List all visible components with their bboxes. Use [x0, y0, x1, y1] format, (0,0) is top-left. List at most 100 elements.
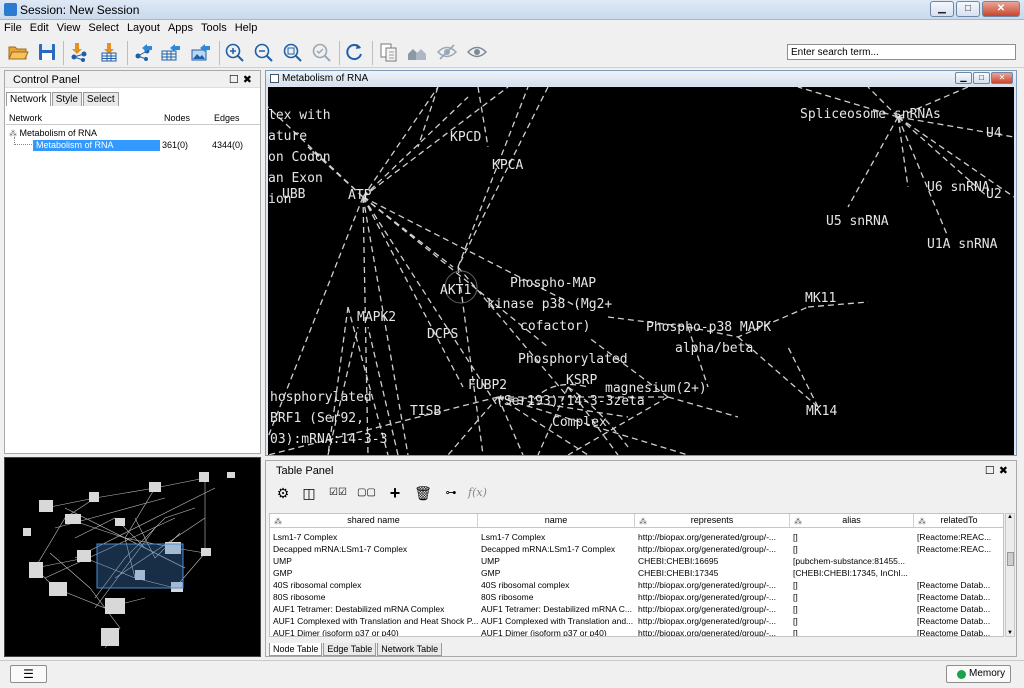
- tab-style[interactable]: Style: [51, 92, 82, 106]
- node-label[interactable]: ature: [268, 130, 307, 144]
- node-label[interactable]: an Exon: [268, 172, 323, 186]
- save-session-icon[interactable]: [36, 42, 58, 62]
- close-table-panel-icon[interactable]: ✖: [999, 465, 1012, 477]
- node-label[interactable]: Phosphorylated: [518, 353, 628, 367]
- node-label[interactable]: KSRP: [566, 374, 597, 388]
- export-image-icon[interactable]: [190, 42, 212, 62]
- network-canvas[interactable]: lex with ature on Codon an Exon ion UBB …: [268, 87, 1014, 455]
- node-label[interactable]: Complex: [552, 416, 607, 430]
- table-cell[interactable]: Lsm1-7 Complex: [478, 531, 635, 543]
- table-cell[interactable]: Decapped mRNA:LSm1-7 Complex: [478, 543, 635, 555]
- zoom-in-icon[interactable]: [224, 42, 246, 62]
- memory-button[interactable]: Memory: [946, 665, 1011, 683]
- col-network[interactable]: Network: [9, 113, 42, 123]
- table-cell[interactable]: AUF1 Dimer (isoform p37 or p40): [270, 627, 478, 636]
- table-cell[interactable]: http://biopax.org/generated/group/-...: [635, 603, 790, 615]
- menu-edit[interactable]: Edit: [26, 20, 53, 37]
- menu-help[interactable]: Help: [231, 20, 262, 37]
- node-label[interactable]: Phospho-MAP: [510, 277, 596, 291]
- node-label[interactable]: kinase p38 (Mg2+: [487, 298, 612, 312]
- node-label[interactable]: U2: [986, 188, 1002, 202]
- table-row[interactable]: AUF1 Tetramer: Destabilized mRNA Complex…: [270, 603, 1003, 615]
- table-row[interactable]: AUF1 Complexed with Translation and Heat…: [270, 615, 1003, 627]
- col-relatedto[interactable]: ⁂ relatedTo: [914, 514, 1003, 528]
- column-visibility-icon[interactable]: ◫: [300, 485, 318, 501]
- zoom-selected-icon[interactable]: [311, 42, 333, 62]
- overview-viewport[interactable]: [96, 543, 184, 589]
- table-row[interactable]: AUF1 Dimer (isoform p37 or p40) AUF1 Dime…: [270, 627, 1003, 636]
- new-network-from-selection-icon[interactable]: [378, 42, 400, 62]
- node-label[interactable]: ATP: [348, 189, 371, 203]
- show-all-icon[interactable]: [406, 42, 428, 62]
- export-network-icon[interactable]: [132, 42, 154, 62]
- menu-tools[interactable]: Tools: [197, 20, 231, 37]
- table-cell[interactable]: []: [790, 543, 914, 555]
- table-cell[interactable]: []: [790, 579, 914, 591]
- table-cell[interactable]: Decapped mRNA:LSm1-7 Complex: [270, 543, 478, 555]
- col-name[interactable]: name: [478, 514, 635, 528]
- table-cell[interactable]: [Reactome:REAC...: [914, 543, 1003, 555]
- import-table-icon[interactable]: [98, 42, 120, 62]
- scrollbar-thumb[interactable]: [1007, 552, 1014, 566]
- table-row[interactable]: 40S ribosomal complex 40S ribosomal compl…: [270, 579, 1003, 591]
- table-cell[interactable]: 80S ribosome: [270, 591, 478, 603]
- node-label[interactable]: 03):mRNA:14-3-3: [270, 433, 387, 447]
- import-network-icon[interactable]: [68, 42, 90, 62]
- table-cell[interactable]: [Reactome Datab...: [914, 615, 1003, 627]
- tab-select[interactable]: Select: [82, 92, 119, 106]
- node-label[interactable]: FUBP2: [468, 379, 507, 393]
- table-cell[interactable]: GMP: [270, 567, 478, 579]
- col-alias[interactable]: ⁂ alias: [790, 514, 914, 528]
- refresh-layout-icon[interactable]: [344, 42, 366, 62]
- table-scrollbar[interactable]: ▲ ▼: [1005, 513, 1015, 637]
- menu-view[interactable]: View: [53, 20, 85, 37]
- menu-apps[interactable]: Apps: [164, 20, 197, 37]
- table-cell[interactable]: http://biopax.org/generated/group/-...: [635, 615, 790, 627]
- table-cell[interactable]: UMP: [478, 555, 635, 567]
- delete-column-icon[interactable]: 🗑: [414, 485, 432, 501]
- zoom-fit-icon[interactable]: [282, 42, 304, 62]
- col-edges[interactable]: Edges: [214, 113, 240, 123]
- export-table-icon[interactable]: [160, 42, 182, 62]
- node-label[interactable]: on Codon: [268, 151, 331, 165]
- node-label[interactable]: MAPK2: [357, 311, 396, 325]
- tab-edge-table[interactable]: Edge Table: [323, 643, 377, 656]
- table-row[interactable]: Lsm1-7 Complex Lsm1-7 Complex http://biopa…: [270, 531, 1003, 543]
- network-minimize-button[interactable]: ▁: [955, 72, 972, 84]
- zoom-out-icon[interactable]: [253, 42, 275, 62]
- node-label[interactable]: alpha/beta: [675, 342, 753, 356]
- network-maximize-button[interactable]: □: [973, 72, 990, 84]
- table-cell[interactable]: http://biopax.org/generated/group/-...: [635, 531, 790, 543]
- table-row[interactable]: Decapped mRNA:LSm1-7 Complex Decapped mRN…: [270, 543, 1003, 555]
- node-label[interactable]: hosphorylated: [270, 391, 372, 405]
- table-cell[interactable]: []: [790, 591, 914, 603]
- table-cell[interactable]: http://biopax.org/generated/group/-...: [635, 543, 790, 555]
- tab-node-table[interactable]: Node Table: [269, 643, 323, 656]
- table-cell[interactable]: [Reactome Datab...: [914, 627, 1003, 636]
- menu-select[interactable]: Select: [84, 20, 123, 37]
- deselect-all-icon[interactable]: ▢▢: [357, 485, 376, 501]
- col-shared-name[interactable]: ⁂ shared name: [270, 514, 478, 528]
- table-cell[interactable]: []: [790, 603, 914, 615]
- table-row[interactable]: UMP UMP CHEBI:CHEBI:16695 [pubchem-substanc…: [270, 555, 1003, 567]
- node-label[interactable]: AKT1: [440, 284, 471, 298]
- table-cell[interactable]: http://biopax.org/generated/group/-...: [635, 591, 790, 603]
- node-label[interactable]: KPCA: [492, 159, 523, 173]
- table-cell[interactable]: 40S ribosomal complex: [478, 579, 635, 591]
- table-cell[interactable]: []: [790, 531, 914, 543]
- col-represents[interactable]: ⁂ represents: [635, 514, 790, 528]
- node-label[interactable]: U1A snRNA: [927, 238, 997, 252]
- hide-selected-icon[interactable]: [436, 42, 458, 62]
- tab-network[interactable]: Network: [6, 92, 51, 106]
- network-close-button[interactable]: ✕: [991, 72, 1013, 84]
- table-cell[interactable]: []: [790, 627, 914, 636]
- table-cell[interactable]: [pubchem-substance:81455...: [790, 555, 914, 567]
- table-cell[interactable]: AUF1 Complexed with Translation and...: [478, 615, 635, 627]
- open-session-icon[interactable]: [7, 42, 29, 62]
- node-label[interactable]: MK11: [805, 292, 836, 306]
- node-label[interactable]: cofactor): [520, 320, 590, 334]
- table-cell[interactable]: Lsm1-7 Complex: [270, 531, 478, 543]
- table-cell[interactable]: [Reactome Datab...: [914, 603, 1003, 615]
- task-list-button[interactable]: ☰: [10, 665, 47, 683]
- show-hidden-icon[interactable]: [466, 42, 488, 62]
